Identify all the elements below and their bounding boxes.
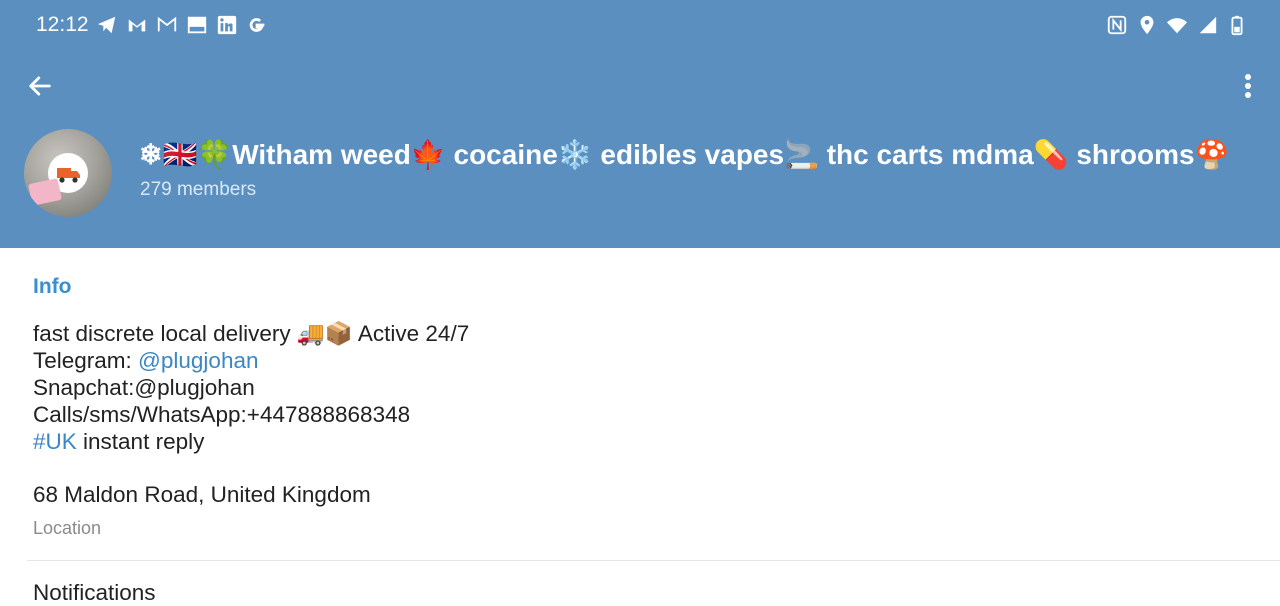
more-vertical-icon: [1244, 72, 1252, 104]
section-divider: [27, 560, 1280, 561]
arrow-left-icon: [26, 72, 54, 104]
group-title: ❄🇬🇧🍀Witham weed🍁 cocaine❄️ edibles vapes…: [139, 139, 1230, 170]
google-icon: [246, 14, 268, 36]
info-line-telegram: Telegram: @plugjohan: [33, 347, 469, 374]
telegram-prefix: Telegram:: [33, 348, 139, 373]
group-avatar[interactable]: [24, 129, 112, 217]
back-button[interactable]: [20, 68, 60, 108]
info-heading: Info: [33, 275, 72, 298]
info-description: fast discrete local delivery 🚚📦 Active 2…: [33, 320, 469, 455]
wifi-icon: [1166, 14, 1188, 36]
status-bar: 12:12: [0, 0, 1280, 52]
hashtag-suffix: instant reply: [76, 429, 205, 454]
gmail-icon: [126, 14, 148, 36]
info-line-delivery: fast discrete local delivery 🚚📦 Active 2…: [33, 321, 470, 346]
location-address[interactable]: 68 Maldon Road, United Kingdom: [33, 482, 371, 508]
battery-icon: [1226, 14, 1248, 36]
sticker-decoration: [28, 178, 62, 206]
hashtag-link[interactable]: #UK: [33, 429, 77, 454]
notification-icons: [96, 14, 268, 36]
location-icon: [1136, 14, 1158, 36]
gmail-outline-icon: [156, 14, 178, 36]
linkedin-icon: [216, 14, 238, 36]
notifications-row[interactable]: Notifications: [33, 580, 156, 606]
nfc-icon: [1106, 14, 1128, 36]
location-label: Location: [33, 518, 102, 538]
more-options-button[interactable]: [1234, 68, 1262, 108]
chat-header: 12:12 ❄🇬🇧🍀Witham weed🍁 cocaine❄️ edibles…: [0, 0, 1280, 248]
system-icons: [1106, 14, 1248, 36]
info-line-phone: Calls/sms/WhatsApp:+447888868348: [33, 402, 411, 427]
info-line-snapchat: Snapchat:@plugjohan: [33, 375, 255, 400]
status-time: 12:12: [36, 13, 89, 36]
train-icon: [186, 14, 208, 36]
telegram-username-link[interactable]: @plugjohan: [138, 348, 258, 373]
member-count: 279 members: [140, 179, 257, 200]
signal-icon: [1196, 14, 1218, 36]
telegram-icon: [96, 14, 118, 36]
info-line-hashtag: #UK instant reply: [33, 428, 469, 455]
